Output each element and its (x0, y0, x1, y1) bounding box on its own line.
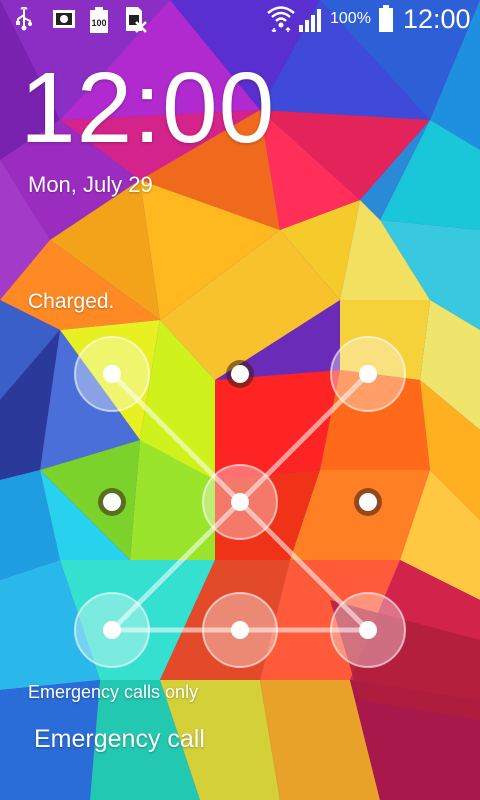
pattern-dot-9[interactable] (330, 592, 406, 668)
pattern-lock[interactable] (0, 0, 480, 800)
pattern-dot-4[interactable] (98, 488, 126, 516)
pattern-dot-8[interactable] (202, 592, 278, 668)
pattern-dot-2[interactable] (226, 360, 254, 388)
pattern-dot-3[interactable] (330, 336, 406, 412)
pattern-dot-1[interactable] (74, 336, 150, 412)
emergency-status: Emergency calls only (28, 682, 199, 702)
pattern-dot-7[interactable] (74, 592, 150, 668)
pattern-dot-5[interactable] (202, 464, 278, 540)
emergency-call-button[interactable]: Emergency call (34, 725, 205, 754)
pattern-dot-6[interactable] (354, 488, 382, 516)
